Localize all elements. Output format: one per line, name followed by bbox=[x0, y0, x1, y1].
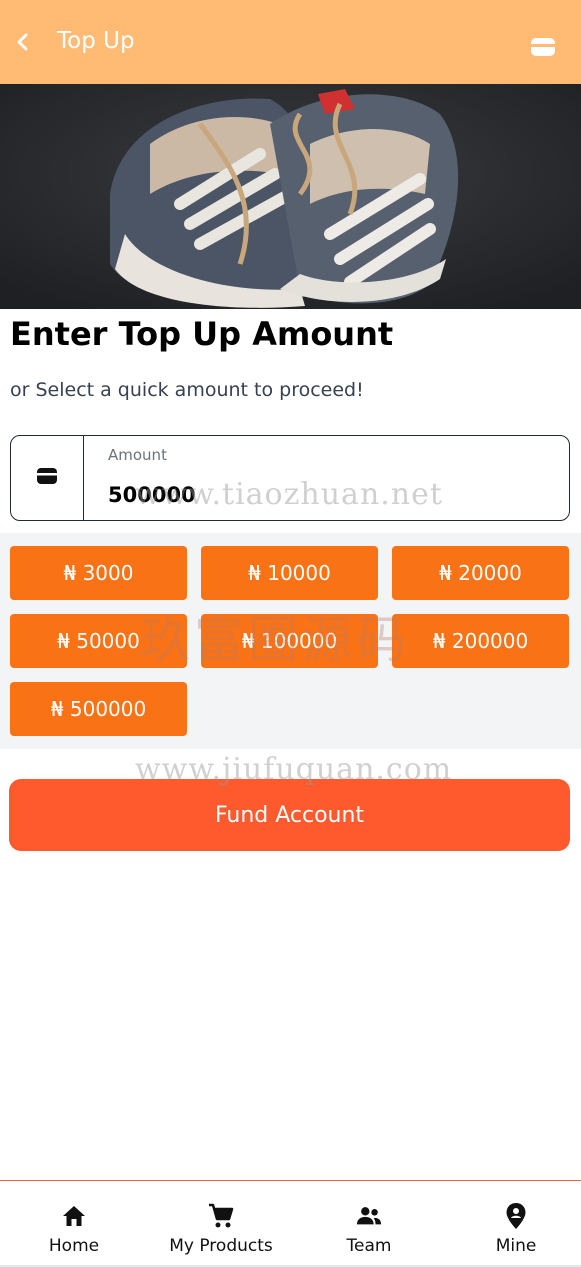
team-icon bbox=[356, 1203, 382, 1229]
page-title: Top Up bbox=[57, 28, 135, 54]
nav-label: Team bbox=[346, 1236, 392, 1256]
nav-item-mine[interactable]: Mine bbox=[443, 1181, 581, 1267]
section-subheading: or Select a quick amount to proceed! bbox=[10, 379, 364, 401]
cart-icon bbox=[208, 1203, 234, 1229]
top-app-bar: Top Up bbox=[0, 0, 581, 84]
nav-label: My Products bbox=[169, 1236, 273, 1256]
banner-image bbox=[0, 84, 581, 309]
fund-account-button[interactable]: Fund Account bbox=[9, 779, 570, 851]
amount-field[interactable]: Amount bbox=[10, 435, 570, 521]
amount-icon-cell bbox=[11, 436, 84, 520]
chevron-left-icon[interactable] bbox=[12, 30, 32, 54]
quick-amount-button[interactable]: ₦ 500000 bbox=[10, 682, 187, 736]
amount-label: Amount bbox=[108, 446, 167, 464]
bottom-navigation: Home My Products Team Mine bbox=[0, 1180, 581, 1267]
quick-amount-button[interactable]: ₦ 200000 bbox=[392, 614, 569, 668]
quick-amount-button[interactable]: ₦ 100000 bbox=[201, 614, 378, 668]
quick-amount-button[interactable]: ₦ 20000 bbox=[392, 546, 569, 600]
quick-amount-button[interactable]: ₦ 10000 bbox=[201, 546, 378, 600]
quick-amount-panel: ₦ 3000 ₦ 10000 ₦ 20000 ₦ 50000 ₦ 100000 … bbox=[0, 533, 581, 749]
section-heading: Enter Top Up Amount bbox=[10, 315, 394, 353]
nav-item-my-products[interactable]: My Products bbox=[148, 1181, 294, 1267]
wallet-icon bbox=[36, 467, 58, 489]
quick-amount-button[interactable]: ₦ 50000 bbox=[10, 614, 187, 668]
nav-item-home[interactable]: Home bbox=[1, 1181, 147, 1267]
wallet-icon[interactable] bbox=[530, 36, 558, 58]
amount-input[interactable] bbox=[108, 483, 548, 507]
nav-label: Home bbox=[48, 1236, 100, 1256]
location-pin-icon bbox=[503, 1203, 529, 1229]
nav-item-team[interactable]: Team bbox=[296, 1181, 442, 1267]
quick-amount-button[interactable]: ₦ 3000 bbox=[10, 546, 187, 600]
home-icon bbox=[61, 1203, 87, 1229]
nav-label: Mine bbox=[495, 1236, 537, 1256]
